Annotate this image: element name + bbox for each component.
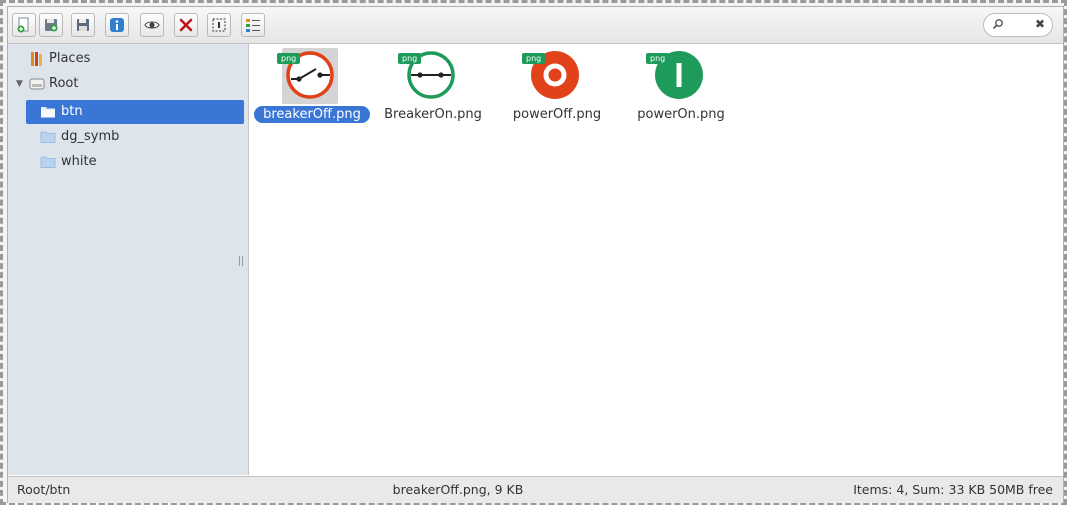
file-grid: png breakerOff.png png BreakerOn.png png… <box>249 44 1063 475</box>
file-item-poweron[interactable]: png powerOn.png <box>621 44 741 134</box>
drive-icon <box>29 78 45 90</box>
file-name-label: powerOff.png <box>512 107 602 122</box>
save-as-button[interactable] <box>39 13 63 37</box>
open-folder-icon <box>41 107 55 118</box>
search-box[interactable]: ✖ <box>983 13 1053 37</box>
delete-button[interactable] <box>174 13 198 37</box>
sidebar: Places ▼ Root btn dg_symb white <box>8 44 249 475</box>
sidebar-item-label: dg_symb <box>61 129 120 144</box>
window-frame: ✖ Places ▼ Root btn dg_symb white png br… <box>0 0 1067 505</box>
file-name-label: powerOn.png <box>637 107 725 122</box>
save-as-icon <box>45 19 58 32</box>
places-icon <box>31 52 42 66</box>
resize-handle[interactable] <box>239 256 243 266</box>
folder-icon <box>40 131 56 143</box>
new-file-icon <box>17 17 29 33</box>
file-type-badge: png <box>277 53 301 64</box>
status-selection: breakerOff.png, 9 KB <box>392 482 524 497</box>
file-name-label: BreakerOn.png <box>384 107 482 122</box>
status-bar: Root/btn breakerOff.png, 9 KB Items: 4, … <box>8 476 1063 503</box>
root-label: Root <box>49 76 79 91</box>
sidebar-item-white[interactable]: white <box>40 150 240 174</box>
sidebar-item-btn[interactable]: btn <box>40 100 240 124</box>
details-button[interactable] <box>241 13 265 37</box>
file-item-breakeron[interactable]: png BreakerOn.png <box>373 44 493 134</box>
file-type-badge: png <box>398 53 422 64</box>
view-button[interactable] <box>140 13 164 37</box>
file-name-label: breakerOff.png <box>254 106 370 123</box>
info-button[interactable] <box>105 13 129 37</box>
file-name: breakerOff.png <box>252 106 372 124</box>
select-icon <box>212 18 226 32</box>
details-icon <box>246 19 260 32</box>
file-type-badge: png <box>646 53 670 64</box>
file-type-badge: png <box>522 53 546 64</box>
file-item-poweroff[interactable]: png powerOff.png <box>497 44 617 134</box>
file-item-breakeroff[interactable]: png breakerOff.png <box>252 44 372 134</box>
view-icon <box>144 21 160 29</box>
sidebar-item-label: white <box>61 154 97 169</box>
status-summary: Items: 4, Sum: 33 KB 50MB free <box>853 482 1053 497</box>
search-icon <box>992 19 1003 30</box>
sidebar-item-label: btn <box>61 104 83 119</box>
save-button[interactable] <box>71 13 95 37</box>
toolbar: ✖ <box>8 7 1063 44</box>
save-icon <box>77 19 89 31</box>
sidebar-item-places[interactable]: Places <box>28 47 228 71</box>
sidebar-item-root[interactable]: ▼ Root <box>16 72 216 96</box>
select-button[interactable] <box>207 13 231 37</box>
places-label: Places <box>49 51 91 66</box>
clear-search-icon[interactable]: ✖ <box>1035 17 1045 31</box>
info-icon <box>110 18 124 32</box>
delete-icon <box>179 18 193 32</box>
sidebar-item-dg-symb[interactable]: dg_symb <box>40 125 240 149</box>
expand-arrow-icon[interactable]: ▼ <box>16 72 23 96</box>
file-manager: ✖ Places ▼ Root btn dg_symb white png br… <box>7 6 1064 503</box>
folder-icon <box>40 156 56 168</box>
new-file-button[interactable] <box>12 13 36 37</box>
